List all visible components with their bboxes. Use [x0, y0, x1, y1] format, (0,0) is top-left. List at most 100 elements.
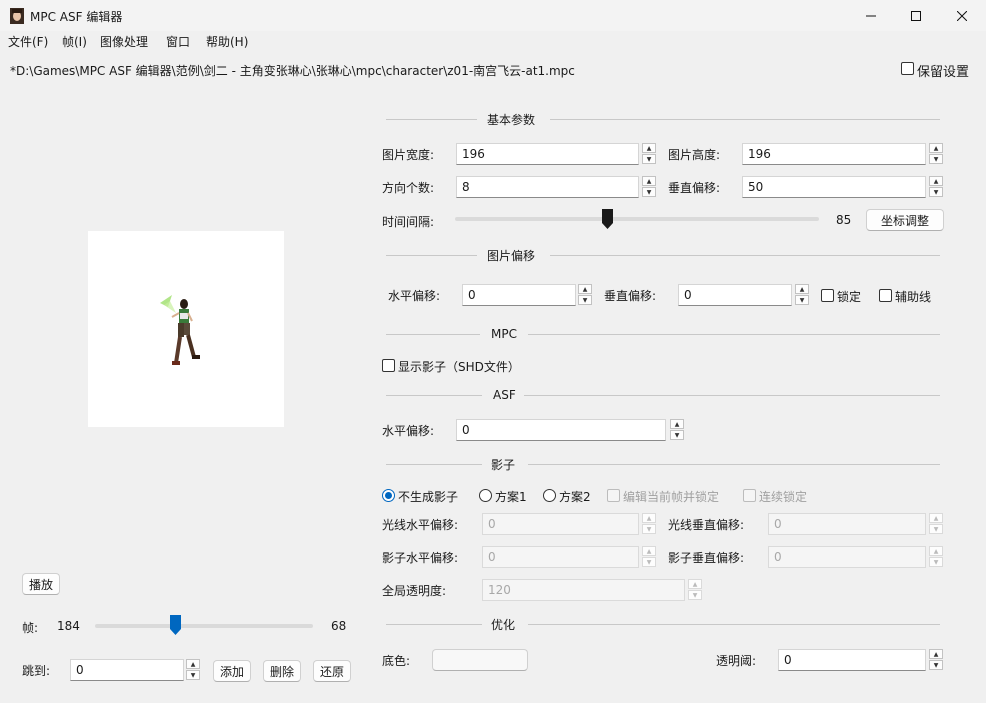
vertical-offset-spinner[interactable]: ▲ ▼	[929, 176, 943, 198]
sprite-preview	[88, 231, 284, 427]
spin-up-icon[interactable]: ▲	[929, 513, 943, 523]
image-width-label: 图片宽度:	[382, 148, 435, 162]
menu-frame[interactable]: 帧(I)	[62, 33, 87, 50]
spin-down-icon[interactable]: ▼	[642, 557, 656, 567]
spin-down-icon[interactable]: ▼	[929, 524, 943, 534]
image-height-spinner[interactable]: ▲ ▼	[929, 143, 943, 165]
image-width-input[interactable]: 196	[456, 143, 639, 165]
show-shadow-checkbox[interactable]	[382, 359, 395, 372]
interval-label: 时间间隔:	[382, 215, 435, 229]
background-color-button[interactable]	[432, 649, 528, 671]
section-divider	[386, 119, 477, 120]
menu-file[interactable]: 文件(F)	[8, 33, 48, 50]
spin-up-icon[interactable]: ▲	[795, 284, 809, 294]
image-h-offset-input[interactable]: 0	[462, 284, 576, 306]
maximize-button[interactable]	[893, 0, 939, 31]
image-height-input[interactable]: 196	[742, 143, 926, 165]
shadow-option-none-radio[interactable]	[382, 489, 395, 502]
shadow-h-offset-spinner[interactable]: ▲ ▼	[642, 546, 656, 568]
spin-down-icon[interactable]: ▼	[186, 670, 200, 680]
spin-up-icon[interactable]: ▲	[929, 546, 943, 556]
shadow-h-offset-label: 影子水平偏移:	[382, 551, 459, 565]
spin-down-icon[interactable]: ▼	[670, 430, 684, 440]
lock-checkbox[interactable]	[821, 289, 834, 302]
light-h-offset-input[interactable]: 0	[482, 513, 639, 535]
spin-up-icon[interactable]: ▲	[642, 176, 656, 186]
spin-up-icon[interactable]: ▲	[929, 143, 943, 153]
spin-down-icon[interactable]: ▼	[578, 295, 592, 305]
delete-frame-button[interactable]: 删除	[263, 660, 301, 682]
light-v-offset-spinner[interactable]: ▲ ▼	[929, 513, 943, 535]
asf-h-offset-spinner[interactable]: ▲ ▼	[670, 419, 684, 441]
close-icon	[957, 10, 967, 21]
image-width-spinner[interactable]: ▲ ▼	[642, 143, 656, 165]
image-h-offset-spinner[interactable]: ▲ ▼	[578, 284, 592, 306]
minimize-button[interactable]	[848, 0, 894, 31]
jump-to-spinner[interactable]: ▲ ▼	[186, 659, 200, 681]
spin-up-icon[interactable]: ▲	[670, 419, 684, 429]
light-v-offset-input[interactable]: 0	[768, 513, 926, 535]
spin-down-icon[interactable]: ▼	[688, 590, 702, 600]
shadow-h-offset-input[interactable]: 0	[482, 546, 639, 568]
minimize-icon	[866, 15, 876, 16]
shadow-v-offset-input[interactable]: 0	[768, 546, 926, 568]
shadow-option-2-radio[interactable]	[543, 489, 556, 502]
spin-down-icon[interactable]: ▼	[642, 154, 656, 164]
guide-line-checkbox[interactable]	[879, 289, 892, 302]
spin-down-icon[interactable]: ▼	[795, 295, 809, 305]
spin-up-icon[interactable]: ▲	[642, 546, 656, 556]
add-frame-button[interactable]: 添加	[213, 660, 251, 682]
coordinate-adjust-button[interactable]: 坐标调整	[866, 209, 944, 231]
spin-down-icon[interactable]: ▼	[642, 187, 656, 197]
spin-up-icon[interactable]: ▲	[642, 513, 656, 523]
spin-up-icon[interactable]: ▲	[688, 579, 702, 589]
menu-window[interactable]: 窗口	[166, 33, 190, 50]
spin-up-icon[interactable]: ▲	[929, 176, 943, 186]
spin-up-icon[interactable]: ▲	[186, 659, 200, 669]
menu-help[interactable]: 帮助(H)	[206, 33, 248, 50]
directions-spinner[interactable]: ▲ ▼	[642, 176, 656, 198]
spin-up-icon[interactable]: ▲	[642, 143, 656, 153]
transparency-threshold-spinner[interactable]: ▲ ▼	[929, 649, 943, 671]
restore-frame-button[interactable]: 还原	[313, 660, 351, 682]
light-h-offset-spinner[interactable]: ▲ ▼	[642, 513, 656, 535]
interval-slider-track[interactable]	[455, 217, 819, 221]
spin-down-icon[interactable]: ▼	[929, 660, 943, 670]
directions-label: 方向个数:	[382, 181, 435, 195]
show-shadow-label: 显示影子（SHD文件）	[398, 360, 520, 374]
global-opacity-input[interactable]: 120	[482, 579, 685, 601]
menu-image-processing[interactable]: 图像处理	[100, 33, 148, 50]
global-opacity-spinner[interactable]: ▲ ▼	[688, 579, 702, 601]
spin-up-icon[interactable]: ▲	[929, 649, 943, 659]
section-divider	[386, 624, 482, 625]
window-title: MPC ASF 编辑器	[30, 10, 123, 24]
edit-frame-lock-checkbox[interactable]	[607, 489, 620, 502]
transparency-threshold-input[interactable]: 0	[778, 649, 926, 671]
guide-line-label: 辅助线	[895, 290, 932, 304]
close-button[interactable]	[939, 0, 985, 31]
frame-slider-track[interactable]	[95, 624, 313, 628]
shadow-v-offset-spinner[interactable]: ▲ ▼	[929, 546, 943, 568]
shadow-option-1-label: 方案1	[495, 490, 527, 504]
section-divider	[550, 255, 940, 256]
spin-up-icon[interactable]: ▲	[578, 284, 592, 294]
section-divider	[386, 255, 477, 256]
keep-settings-checkbox[interactable]	[901, 62, 914, 75]
vertical-offset-input[interactable]: 50	[742, 176, 926, 198]
shadow-option-1-radio[interactable]	[479, 489, 492, 502]
play-button[interactable]: 播放	[22, 573, 60, 595]
image-v-offset-input[interactable]: 0	[678, 284, 792, 306]
jump-to-input[interactable]: 0	[70, 659, 184, 681]
spin-down-icon[interactable]: ▼	[929, 154, 943, 164]
spin-down-icon[interactable]: ▼	[642, 524, 656, 534]
shadow-option-2-label: 方案2	[559, 490, 591, 504]
asf-h-offset-input[interactable]: 0	[456, 419, 666, 441]
frame-slider-thumb[interactable]	[170, 615, 182, 635]
directions-input[interactable]: 8	[456, 176, 639, 198]
spin-down-icon[interactable]: ▼	[929, 557, 943, 567]
spin-down-icon[interactable]: ▼	[929, 187, 943, 197]
section-divider	[528, 464, 940, 465]
image-v-offset-spinner[interactable]: ▲ ▼	[795, 284, 809, 306]
interval-slider-thumb[interactable]	[602, 209, 614, 229]
continuous-lock-checkbox[interactable]	[743, 489, 756, 502]
